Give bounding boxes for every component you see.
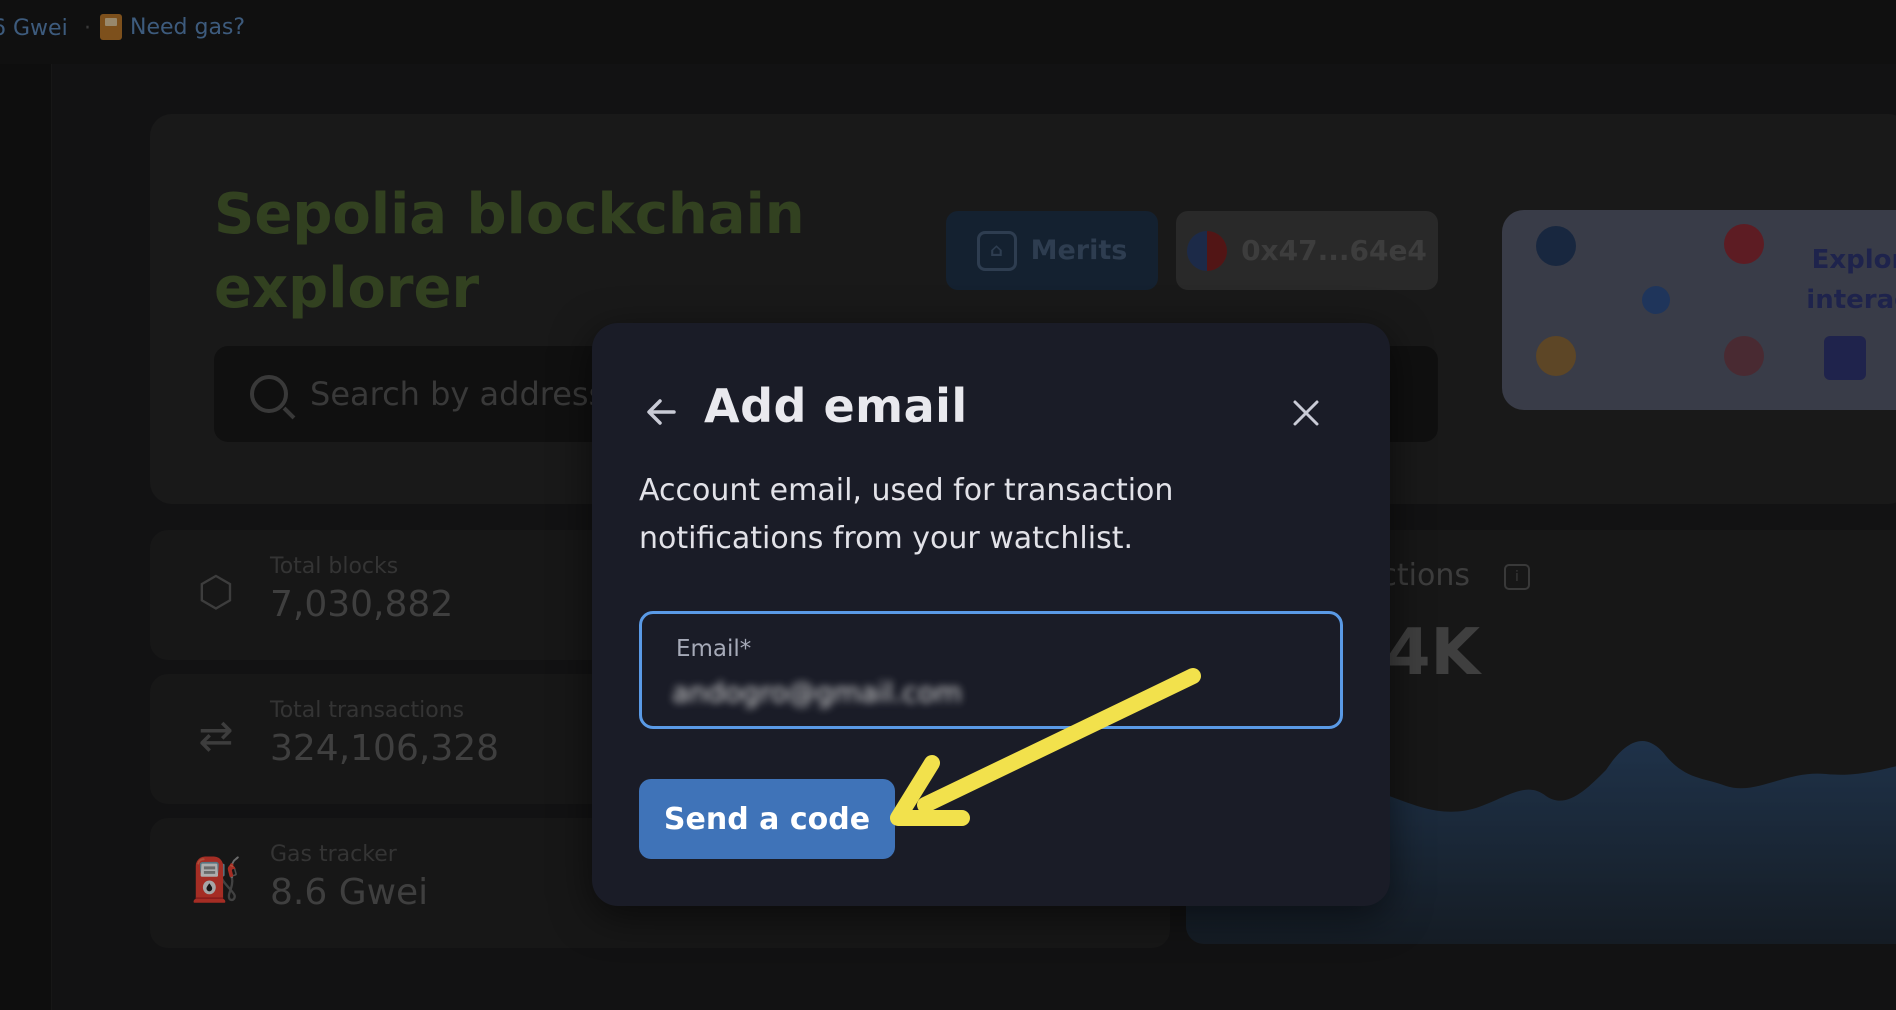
add-email-modal: Add email Account email, used for transa…: [592, 323, 1390, 906]
back-arrow-icon[interactable]: [640, 391, 682, 433]
close-icon[interactable]: [1286, 393, 1326, 433]
email-label: Email*: [676, 636, 752, 662]
modal-title: Add email: [704, 379, 968, 433]
send-code-button[interactable]: Send a code: [639, 779, 895, 859]
modal-description: Account email, used for transaction noti…: [639, 473, 1174, 556]
email-field[interactable]: Email*: [639, 611, 1343, 729]
email-input[interactable]: [672, 670, 1312, 714]
